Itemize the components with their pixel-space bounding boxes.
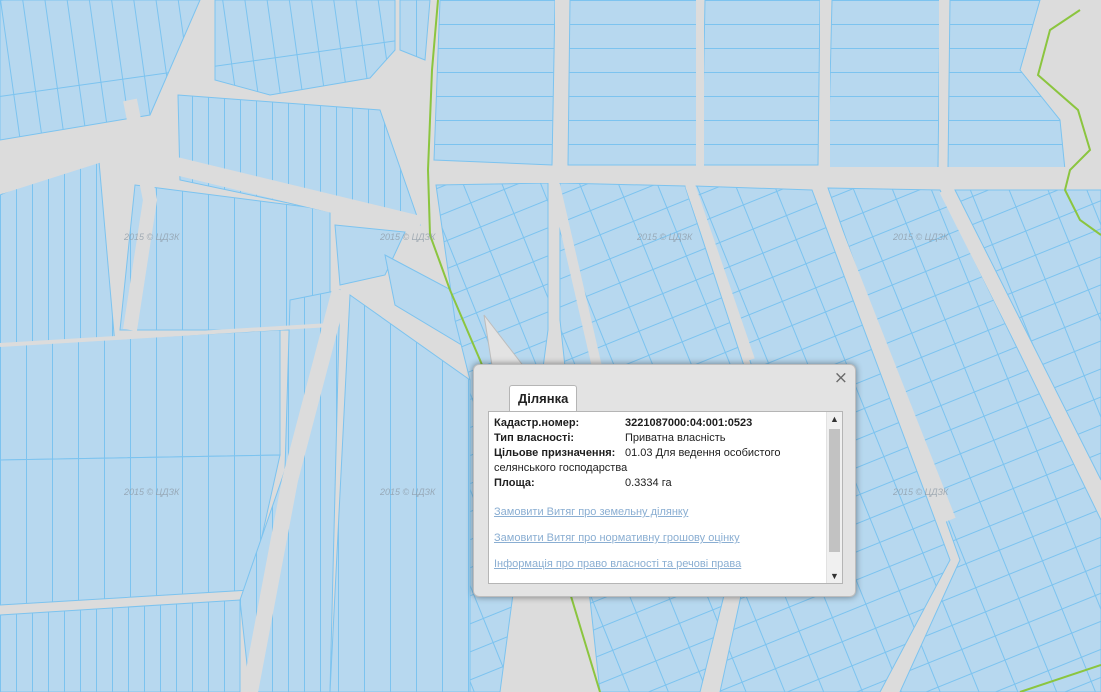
area-value: 0.3334 га xyxy=(625,477,672,489)
map-watermark: 2015 © ЦДЗК xyxy=(123,232,180,242)
parcel-info-panel: Кадастр.номер: 3221087000:04:001:0523 Ти… xyxy=(488,411,843,584)
order-valuation-extract-link[interactable]: Замовити Витяг про нормативну грошову оц… xyxy=(494,532,824,544)
order-land-extract-link[interactable]: Замовити Витяг про земельну ділянку xyxy=(494,506,824,518)
field-label: Кадастр.номер: xyxy=(494,417,580,429)
parcel-block xyxy=(0,329,281,461)
cadastral-number-row: Кадастр.номер: 3221087000:04:001:0523 xyxy=(494,416,824,431)
map-watermark: 2015 © ЦДЗК xyxy=(892,487,949,497)
parcel-block xyxy=(701,0,821,166)
field-label: Цільове призначення: xyxy=(494,447,616,459)
parcel-block xyxy=(0,599,241,692)
cadastral-number-value: 3221087000:04:001:0523 xyxy=(625,417,753,429)
popup-scrollbar[interactable]: ▲ ▼ xyxy=(826,412,842,583)
map-watermark: 2015 © ЦДЗК xyxy=(123,487,180,497)
parcel-info-popup: × Ділянка Кадастр.номер: 3221087000:04:0… xyxy=(473,364,856,597)
ownership-rights-info-link[interactable]: Інформація про право власності та речові… xyxy=(494,558,824,570)
ownership-type-value: Приватна власність xyxy=(625,432,726,444)
scroll-down-icon[interactable]: ▼ xyxy=(827,569,842,583)
field-label: Площа: xyxy=(494,477,535,489)
scrollbar-thumb[interactable] xyxy=(829,429,840,552)
map-watermark: 2015 © ЦДЗК xyxy=(892,232,949,242)
field-label: Тип власності: xyxy=(494,432,575,444)
ownership-type-row: Тип власності: Приватна власність xyxy=(494,431,824,446)
map-watermark: 2015 © ЦДЗК xyxy=(379,232,436,242)
area-row: Площа: 0.3334 га xyxy=(494,476,824,491)
parcel-block xyxy=(827,0,941,169)
map-watermark: 2015 © ЦДЗК xyxy=(636,232,693,242)
tab-parcel[interactable]: Ділянка xyxy=(509,385,578,411)
map-watermark: 2015 © ЦДЗК xyxy=(379,487,436,497)
purpose-row: Цільове призначення: 01.03 Для ведення ос… xyxy=(494,446,824,476)
parcel-block xyxy=(433,0,556,166)
parcel-block xyxy=(0,454,281,606)
parcel-info-content: Кадастр.номер: 3221087000:04:001:0523 Ти… xyxy=(494,416,824,570)
scroll-up-icon[interactable]: ▲ xyxy=(827,412,842,426)
parcel-block xyxy=(567,0,701,166)
parcel-block xyxy=(399,0,431,61)
close-icon[interactable]: × xyxy=(834,370,848,387)
